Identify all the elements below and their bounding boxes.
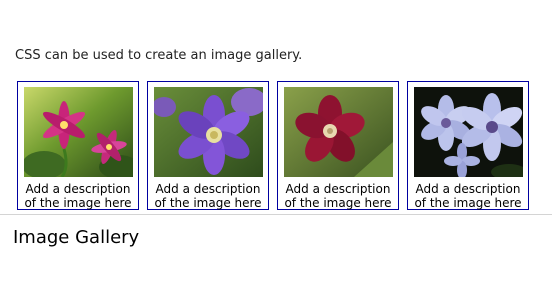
gallery-item[interactable]: Add a description of the image here	[407, 81, 529, 210]
pink-lily-image[interactable]	[24, 87, 133, 177]
gallery-item[interactable]: Add a description of the image here	[277, 81, 399, 210]
blue-clematis-image[interactable]	[414, 87, 523, 177]
gallery-item[interactable]: Add a description of the image here	[147, 81, 269, 210]
gallery-item[interactable]: Add a description of the image here	[17, 81, 139, 210]
red-clematis-image[interactable]	[284, 87, 393, 177]
image-description: Add a description of the image here	[24, 182, 132, 210]
intro-text: CSS can be used to create an image galle…	[15, 48, 303, 63]
page-heading: Image Gallery	[13, 227, 140, 248]
purple-clematis-image[interactable]	[154, 87, 263, 177]
image-description: Add a description of the image here	[414, 182, 522, 210]
image-description: Add a description of the image here	[154, 182, 262, 210]
image-description: Add a description of the image here	[284, 182, 392, 210]
divider	[0, 214, 552, 215]
